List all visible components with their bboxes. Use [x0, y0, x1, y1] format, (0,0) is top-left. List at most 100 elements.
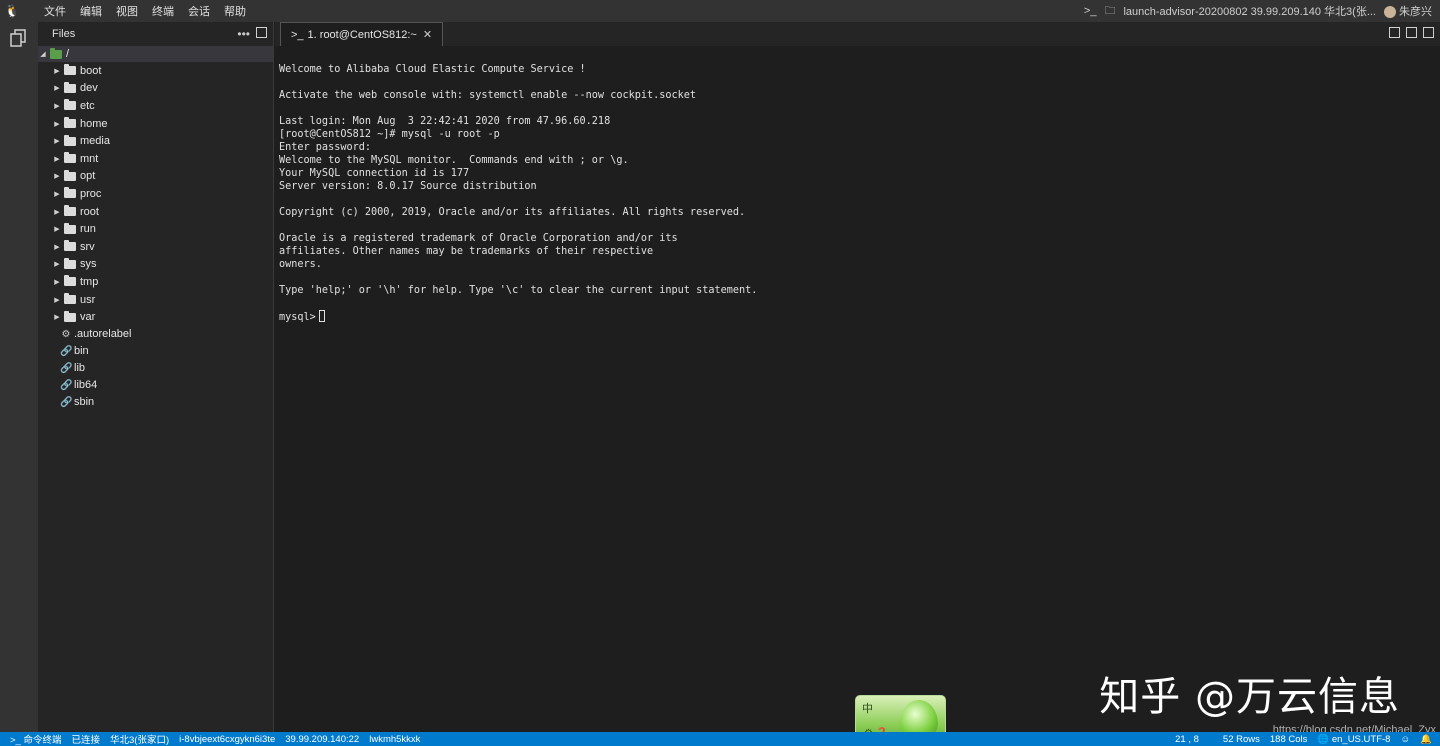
status-bar: >_ 命令终端 已连接 华北3(张家口) i-8vbjeext6cxgykn6i… — [0, 732, 1440, 746]
terminal-line: Type 'help;' or '\h' for help. Type '\c'… — [279, 285, 758, 296]
folder-item-proc[interactable]: ▶ proc — [38, 185, 273, 203]
menu-item[interactable]: 文件 — [44, 3, 66, 19]
file-explorer: Files ••• ◢ / ▶ boot ▶ dev ▶ etc ▶ home ▶ media ▶ m… — [38, 22, 274, 732]
folder-icon — [64, 187, 76, 199]
folder-item-boot[interactable]: ▶ boot — [38, 62, 273, 80]
chevron-right-icon[interactable]: ▶ — [52, 190, 62, 198]
folder-item-etc[interactable]: ▶ etc — [38, 97, 273, 115]
new-terminal-icon[interactable] — [1389, 27, 1400, 41]
menu-item[interactable]: 视图 — [116, 3, 138, 19]
smiley-icon[interactable]: ☺ — [1400, 734, 1410, 745]
session-info: >_ 🗀 launch-advisor-20200802 39.99.209.1… — [1076, 2, 1440, 21]
new-folder-icon[interactable] — [256, 27, 267, 41]
file-label: sbin — [74, 396, 95, 409]
terminal-icon[interactable]: >_ — [1084, 5, 1097, 17]
link-icon: 🔗 — [60, 362, 73, 374]
folder-item-media[interactable]: ▶ media — [38, 132, 273, 150]
ip-address: 39.99.209.140:22 — [285, 733, 360, 745]
folder-item-opt[interactable]: ▶ opt — [38, 168, 273, 186]
folder-icon — [50, 47, 62, 59]
user-menu[interactable]: 朱彦兴 — [1384, 3, 1432, 19]
folder-item-root[interactable]: ▶ root — [38, 203, 273, 221]
file-label: lib64 — [74, 379, 98, 392]
chevron-right-icon[interactable]: ▶ — [52, 313, 62, 321]
file-item[interactable]: 🔗 lib64 — [38, 377, 273, 394]
menu-item[interactable]: 帮助 — [224, 3, 246, 19]
folder-icon — [64, 99, 76, 111]
chevron-right-icon[interactable]: ▶ — [52, 296, 62, 304]
chevron-right-icon[interactable]: ▶ — [52, 155, 62, 163]
chevron-right-icon[interactable]: ▶ — [52, 278, 62, 286]
menu-item[interactable]: 会话 — [188, 3, 210, 19]
file-item[interactable]: 🔗 lib — [38, 360, 273, 377]
split-horizontal-icon[interactable] — [1423, 27, 1434, 41]
file-item[interactable]: 🔗 bin — [38, 343, 273, 360]
folder-item-srv[interactable]: ▶ srv — [38, 238, 273, 256]
files-explorer-icon[interactable] — [0, 22, 38, 54]
chevron-right-icon[interactable]: ▶ — [52, 208, 62, 216]
folder-item-tmp[interactable]: ▶ tmp — [38, 273, 273, 291]
folder-item-sys[interactable]: ▶ sys — [38, 256, 273, 274]
file-label: .autorelabel — [74, 328, 132, 341]
split-vertical-icon[interactable] — [1406, 27, 1417, 41]
ime-mode-label[interactable]: 中 — [862, 700, 873, 716]
folder-item-var[interactable]: ▶ var — [38, 308, 273, 326]
folder-label: opt — [80, 170, 96, 183]
tree-root-label: / — [66, 48, 70, 60]
text-cursor — [318, 310, 325, 322]
folder-icon — [64, 293, 76, 305]
command-terminal-item[interactable]: >_ 命令终端 — [10, 732, 62, 746]
chevron-down-icon[interactable]: ◢ — [38, 50, 48, 58]
chevron-right-icon[interactable]: ▶ — [52, 67, 62, 75]
terminal-line: Welcome to Alibaba Cloud Elastic Compute… — [279, 64, 586, 75]
folder-icon — [64, 64, 76, 76]
terminal-line: Welcome to the MySQL monitor. Commands e… — [279, 155, 629, 166]
terminal-output[interactable]: Welcome to Alibaba Cloud Elastic Compute… — [275, 46, 1440, 732]
folder-item-usr[interactable]: ▶ usr — [38, 291, 273, 309]
activity-bar — [0, 22, 38, 732]
terminal-prompt-line[interactable]: mysql> — [279, 310, 1440, 323]
folder-item-dev[interactable]: ▶ dev — [38, 80, 273, 98]
menu-item[interactable]: 终端 — [152, 3, 174, 19]
connection-status: 已连接 — [71, 735, 101, 746]
menu-list: 文件 编辑 视图 终端 会话 帮助 — [44, 3, 260, 19]
menu-item[interactable]: 编辑 — [80, 3, 102, 19]
chevron-right-icon[interactable]: ▶ — [52, 243, 62, 251]
folder-label: media — [80, 135, 110, 148]
folder-label: srv — [80, 240, 95, 253]
bell-icon[interactable]: 🔔 — [1420, 734, 1432, 745]
chevron-right-icon[interactable]: ▶ — [52, 120, 62, 128]
chevron-right-icon[interactable]: ▶ — [52, 260, 62, 268]
avatar — [1384, 6, 1396, 19]
session-title[interactable]: launch-advisor-20200802 39.99.209.140 华北… — [1123, 3, 1376, 19]
chevron-right-icon[interactable]: ▶ — [52, 84, 62, 92]
folder-icon — [64, 240, 76, 252]
folder-label: tmp — [80, 275, 99, 288]
explorer-header: Files ••• — [38, 22, 273, 46]
folder-icon — [64, 134, 76, 146]
terminal-line: affiliates. Other names may be trademark… — [279, 246, 654, 257]
encoding-label[interactable]: 🌐 en_US.UTF-8 — [1317, 734, 1390, 745]
chevron-right-icon[interactable]: ▶ — [52, 225, 62, 233]
more-icon[interactable]: ••• — [237, 27, 250, 41]
folder-item-home[interactable]: ▶ home — [38, 115, 273, 133]
terminal-line: Enter password: — [279, 142, 372, 153]
folder-label: etc — [80, 99, 95, 112]
folder-icon — [64, 169, 76, 181]
tree-root[interactable]: ◢ / — [38, 46, 273, 62]
close-icon[interactable]: ✕ — [423, 28, 432, 41]
chevron-right-icon[interactable]: ▶ — [52, 172, 62, 180]
file-item[interactable]: ⚙ .autorelabel — [38, 326, 273, 343]
folder-item-run[interactable]: ▶ run — [38, 220, 273, 238]
file-label: lib — [74, 362, 86, 375]
folder-icon — [64, 205, 76, 217]
chevron-right-icon[interactable]: ▶ — [52, 137, 62, 145]
tab-terminal-1[interactable]: >_ 1. root@CentOS812:~ ✕ — [280, 22, 444, 46]
folder-icon[interactable]: 🗀 — [1104, 2, 1115, 21]
tux-icon[interactable]: 🐧 — [0, 4, 24, 18]
file-item[interactable]: 🔗 sbin — [38, 394, 273, 411]
folder-item-mnt[interactable]: ▶ mnt — [38, 150, 273, 168]
chevron-right-icon[interactable]: ▶ — [52, 102, 62, 110]
file-label: bin — [74, 345, 89, 358]
